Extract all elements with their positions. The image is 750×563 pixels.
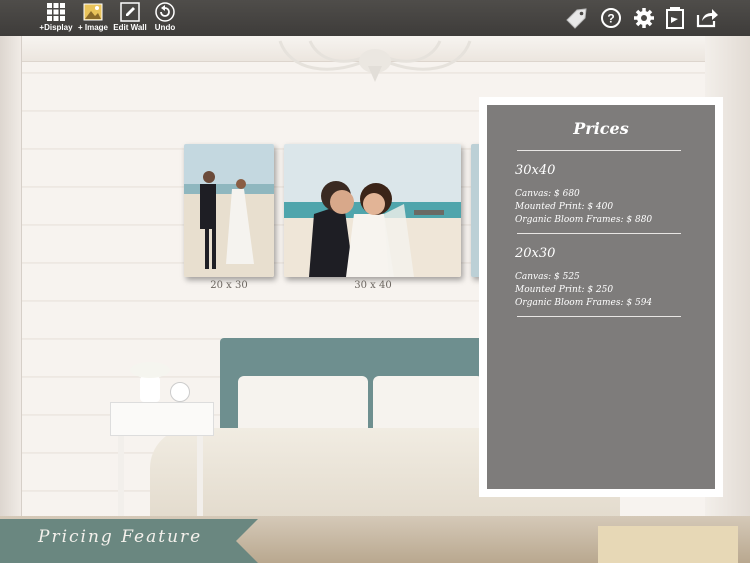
top-toolbar: +Display + Image Edit Wall Undo ? [0,0,750,36]
size-block-20x30: 20x30 Canvas: $ 525 Mounted Print: $ 250… [515,246,687,317]
left-wall [0,36,22,563]
undo-icon [155,2,175,22]
add-display-button[interactable]: +Display [36,2,76,34]
nightstand-leg [197,436,203,516]
add-image-button[interactable]: + Image [73,2,113,34]
divider [517,233,681,234]
gallery-icon[interactable] [662,5,688,31]
photo-20x30[interactable] [184,144,274,277]
price-line-canvas: Canvas: $ 525 [515,272,580,282]
undo-label: Undo [154,23,176,32]
rug [598,526,738,563]
price-line-mounted: Mounted Print: $ 400 [515,202,614,212]
alarm-clock [170,382,190,402]
divider [517,316,681,317]
price-line-canvas: Canvas: $ 680 [515,189,580,199]
edit-icon [120,2,140,22]
price-line-mounted: Mounted Print: $ 250 [515,285,614,295]
pillow-left [238,376,368,434]
edit-wall-button[interactable]: Edit Wall [110,2,150,34]
photo-20x30-label: 20 x 30 [210,280,248,291]
price-line-frames: Organic Bloom Frames: $ 594 [515,298,653,308]
share-icon[interactable] [694,5,720,31]
help-icon[interactable]: ? [598,5,624,31]
image-icon [83,3,103,21]
size-block-30x40: 30x40 Canvas: $ 680 Mounted Print: $ 400… [515,163,687,234]
gear-icon[interactable] [631,5,657,31]
prices-title: Prices [573,119,629,138]
nightstand [110,402,214,436]
price-line-frames: Organic Bloom Frames: $ 880 [515,215,653,225]
prices-panel-body: Prices 30x40 Canvas: $ 680 Mounted Print… [487,105,715,489]
edit-wall-label: Edit Wall [113,23,147,32]
photo-30x40-label: 30 x 40 [354,280,392,291]
pillow-right [373,376,483,434]
svg-text:?: ? [607,12,614,26]
flowers [130,362,170,378]
photo-30x40[interactable] [284,144,461,277]
banner-text: Pricing Feature [38,527,203,547]
size-heading: 20x30 [515,246,556,261]
prices-panel: Prices 30x40 Canvas: $ 680 Mounted Print… [479,97,723,497]
price-tag-icon[interactable] [564,5,590,31]
size-heading: 30x40 [515,163,556,178]
add-image-label: + Image [77,23,108,32]
chandelier [278,40,472,82]
flower-vase [140,376,160,402]
grid-icon [47,3,65,21]
undo-button[interactable]: Undo [145,2,185,34]
nightstand-leg [118,436,124,516]
add-display-label: +Display [39,23,73,32]
divider [517,150,681,151]
